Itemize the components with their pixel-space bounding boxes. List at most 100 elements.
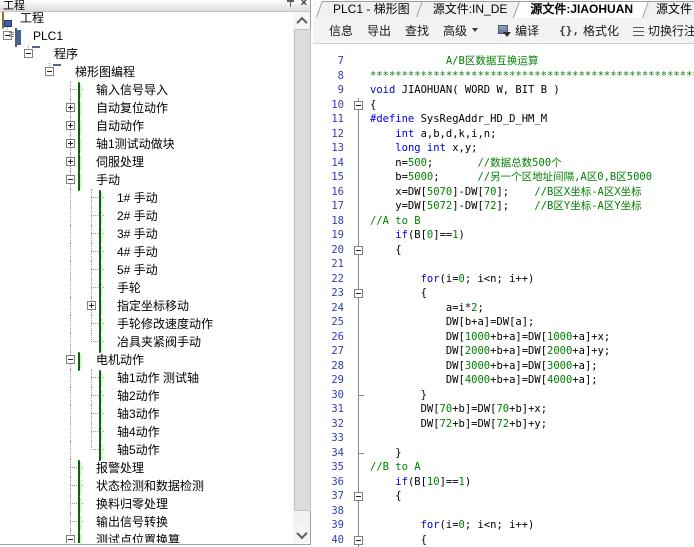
line-number[interactable]: 22 (313, 272, 350, 287)
code-line[interactable]: A/B区数据互换运算 (370, 54, 538, 69)
tree-item-label[interactable]: 轴1动作 测试轴 (117, 371, 199, 385)
line-number[interactable]: 28 (313, 359, 350, 374)
code-line[interactable]: y=DW[5072]-DW[72]; //B区Y坐标-A区Y坐标 (370, 199, 642, 214)
tree-item[interactable]: 轴1动作 测试轴 (0, 369, 293, 387)
scroll-thumb[interactable] (294, 29, 311, 511)
line-number[interactable]: 8 (313, 69, 350, 84)
fold-collapse-icon[interactable] (354, 101, 363, 110)
line-number[interactable]: 17 (313, 199, 350, 214)
tree-item[interactable]: 报警处理 (0, 459, 293, 477)
tree-item[interactable]: 冶具夹紧阀手动 (0, 333, 293, 351)
code-line[interactable]: void JIAOHUAN( WORD W, BIT B ) (370, 83, 560, 98)
tab-source-partial[interactable]: 源文件 (642, 0, 694, 17)
tree-item[interactable]: 测试点位置换算 (0, 531, 293, 543)
tree-item[interactable]: 工程 (0, 12, 293, 27)
tree-item[interactable]: 轴3动作 (0, 405, 293, 423)
code-line[interactable]: DW[1000+b+a]=DW[1000+a]+x; (370, 330, 610, 345)
line-number[interactable]: 11 (313, 112, 350, 127)
expander-icon[interactable] (66, 157, 75, 166)
tree-item-label[interactable]: 轴4动作 (117, 425, 160, 439)
line-number[interactable]: 33 (313, 431, 350, 446)
tree-item[interactable]: 轴5动作 (0, 441, 293, 459)
tree-item[interactable]: PLC1 (0, 27, 293, 45)
tree-item[interactable]: 3# 手动 (0, 225, 293, 243)
advanced-button[interactable]: 高级 (436, 20, 485, 41)
code-line[interactable]: for(i=0; i<n; i++) (370, 518, 534, 533)
tree-item-label[interactable]: 冶具夹紧阀手动 (117, 335, 201, 349)
info-button[interactable]: 信息 (322, 20, 360, 41)
tree-item[interactable]: 状态检测和数据检测 (0, 477, 293, 495)
tree-item[interactable]: 5# 手动 (0, 261, 293, 279)
tree-item[interactable]: 输入信号导入 (0, 81, 293, 99)
line-number[interactable]: 7 (313, 54, 350, 69)
line-number[interactable]: 29 (313, 373, 350, 388)
tree-scrollbar[interactable] (293, 12, 310, 543)
line-number[interactable]: 20 (313, 243, 350, 258)
tree-item[interactable]: 伺服处理 (0, 153, 293, 171)
tab-source-jiaohuan[interactable]: 源文件:JIAOHUAN (516, 0, 642, 17)
fold-margin[interactable] (350, 286, 367, 301)
tree-item-label[interactable]: 5# 手动 (117, 263, 158, 277)
code-line[interactable]: } (370, 446, 402, 461)
tree-item[interactable]: 电机动作 (0, 351, 293, 369)
line-number[interactable]: 40 (313, 533, 350, 547)
code-line[interactable]: ****************************************… (370, 69, 694, 84)
code-line[interactable]: DW[70+b]=DW[70+b]+x; (370, 402, 547, 417)
tree-item-label[interactable]: 1# 手动 (117, 191, 158, 205)
line-number[interactable]: 9 (313, 83, 350, 98)
line-number[interactable]: 34 (313, 446, 350, 461)
export-button[interactable]: 导出 (360, 20, 398, 41)
code-line[interactable]: #define SysRegAddr_HD_D_HM_M (370, 112, 547, 127)
tree-item-label[interactable]: 3# 手动 (117, 227, 158, 241)
code-line[interactable]: { (370, 286, 427, 301)
fold-collapse-icon[interactable] (354, 289, 363, 298)
fold-margin[interactable] (350, 243, 367, 258)
tree-item-label[interactable]: 程序 (54, 47, 78, 61)
line-number[interactable]: 16 (313, 185, 350, 200)
tree-item[interactable]: 轴4动作 (0, 423, 293, 441)
code-line[interactable]: if(B[0]==1) (370, 228, 465, 243)
code-line[interactable]: int a,b,d,k,i,n; (370, 127, 496, 142)
code-line[interactable]: { (370, 533, 427, 547)
code-line[interactable]: a=i*2; (370, 301, 484, 316)
expander-icon[interactable] (66, 139, 75, 148)
line-number[interactable]: 13 (313, 141, 350, 156)
code-line[interactable]: { (370, 489, 402, 504)
line-number[interactable]: 18 (313, 214, 350, 229)
expander-icon[interactable] (24, 49, 33, 58)
tree-item[interactable]: 手动 (0, 171, 293, 189)
format-button[interactable]: 格式化 (552, 20, 626, 41)
fold-collapse-icon[interactable] (354, 246, 363, 255)
tree-item[interactable]: 手轮 (0, 279, 293, 297)
tree-item-label[interactable]: 伺服处理 (96, 155, 144, 169)
scroll-up-button[interactable] (293, 12, 310, 29)
expander-icon[interactable] (45, 67, 54, 76)
tab-plc1-ladder[interactable]: PLC1 - 梯形图 (319, 0, 419, 17)
tree-item[interactable]: 轴2动作 (0, 387, 293, 405)
fold-collapse-icon[interactable] (354, 492, 363, 501)
tree-item-label[interactable]: 换料归零处理 (96, 497, 168, 511)
tree-item-label[interactable]: 轴1测试动做块 (96, 137, 175, 151)
line-number[interactable]: 15 (313, 170, 350, 185)
code-line[interactable]: DW[2000+b+a]=DW[2000+a]+y; (370, 344, 610, 359)
tree-item-label[interactable]: 轴5动作 (117, 443, 160, 457)
line-number[interactable]: 23 (313, 286, 350, 301)
line-number[interactable]: 14 (313, 156, 350, 171)
tree-item-label[interactable]: 自动复位动作 (96, 101, 168, 115)
tree-item-label[interactable]: 测试点位置换算 (96, 533, 180, 543)
code-line[interactable]: { (370, 243, 402, 258)
find-button[interactable]: 查找 (398, 20, 436, 41)
tree-item[interactable]: 手轮修改速度动作 (0, 315, 293, 333)
code-line[interactable]: //B to A (370, 460, 421, 475)
tree-item-label[interactable]: 指定坐标移动 (117, 299, 189, 313)
line-number[interactable]: 10 (313, 98, 350, 113)
tree-item[interactable]: 程序 (0, 45, 293, 63)
expander-icon[interactable] (66, 175, 75, 184)
code-line[interactable]: DW[3000+b+a]=DW[3000+a]; (370, 359, 598, 374)
code-line[interactable]: n=500; //数据总数500个 (370, 156, 562, 171)
tree-item-label[interactable]: 报警处理 (96, 461, 144, 475)
tree-item[interactable]: 输出信号转换 (0, 513, 293, 531)
tree-item[interactable]: 换料归零处理 (0, 495, 293, 513)
line-number[interactable]: 12 (313, 127, 350, 142)
fold-margin[interactable] (350, 489, 367, 504)
